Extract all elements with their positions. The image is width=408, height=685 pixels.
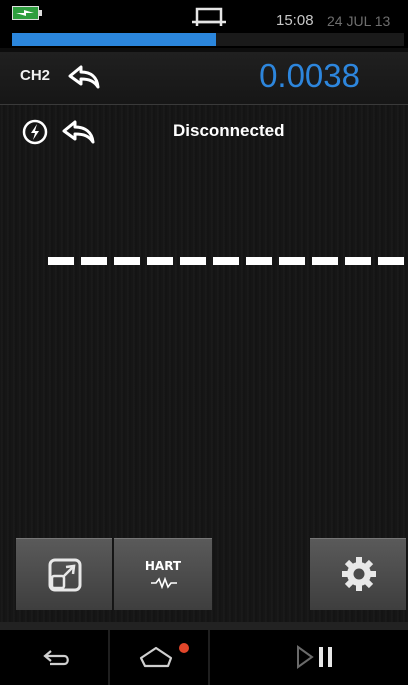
back-icon[interactable] <box>42 648 72 668</box>
progress-fill <box>12 33 216 46</box>
status-bar: 15:08 24 JUL 13 <box>0 0 408 48</box>
channel-row[interactable]: CH2 0.0038 <box>0 52 408 105</box>
date: 24 JUL 13 <box>327 13 391 29</box>
progress-bar <box>12 33 404 46</box>
hart-button[interactable]: HART <box>114 538 212 610</box>
nav-separator <box>208 630 210 685</box>
reading-dash <box>378 257 404 265</box>
expand-button[interactable] <box>16 538 112 610</box>
reading-dash <box>114 257 140 265</box>
hart-label: HART <box>144 559 182 573</box>
no-reading-dashes <box>48 257 404 265</box>
connector-icon <box>192 7 226 26</box>
reading-dash <box>81 257 107 265</box>
connection-status: Disconnected <box>173 121 285 140</box>
nav-separator <box>108 630 110 685</box>
reading-dash <box>312 257 338 265</box>
gear-icon <box>342 557 376 591</box>
expand-icon <box>48 558 82 592</box>
back-arrow-icon[interactable] <box>66 62 102 92</box>
back-arrow-icon[interactable] <box>60 117 98 147</box>
reading-dash <box>147 257 173 265</box>
nav-divider <box>0 622 408 630</box>
reading-dash <box>180 257 206 265</box>
battery-charging-icon <box>12 6 42 20</box>
settings-button[interactable] <box>310 538 406 610</box>
play-pause-icon[interactable] <box>296 644 338 670</box>
waveform-icon <box>151 577 177 589</box>
reading-dash <box>48 257 74 265</box>
home-icon[interactable] <box>138 640 194 670</box>
reading-dash <box>345 257 371 265</box>
power-icon[interactable] <box>22 119 48 145</box>
reading-dash <box>246 257 272 265</box>
reading-dash <box>213 257 239 265</box>
channel-label: CH2 <box>20 67 51 84</box>
clock: 15:08 <box>276 12 314 29</box>
channel-value: 0.0038 <box>259 57 360 94</box>
reading-dash <box>279 257 305 265</box>
